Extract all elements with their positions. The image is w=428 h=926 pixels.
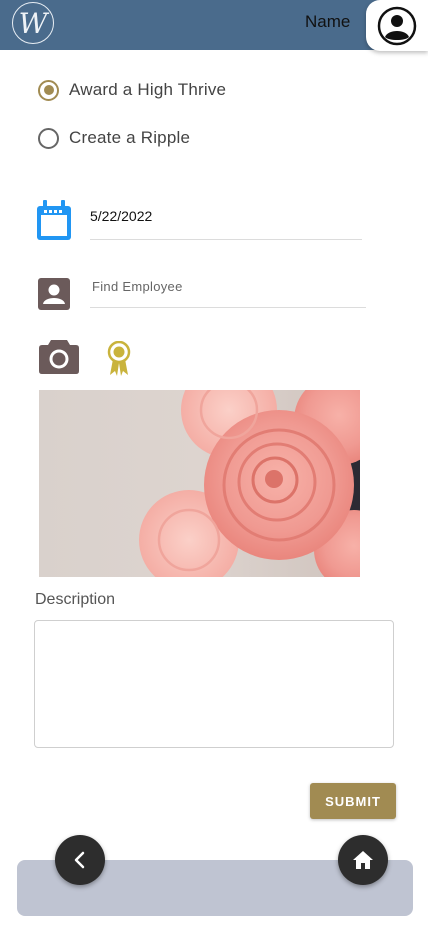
calendar-icon[interactable]: [35, 200, 73, 242]
radio-selected[interactable]: [38, 79, 59, 101]
date-value[interactable]: 5/22/2022: [90, 208, 152, 224]
app-header: W Name: [0, 0, 428, 50]
user-name-label: Name: [305, 12, 351, 31]
find-employee-input[interactable]: [92, 274, 362, 298]
logo-icon[interactable]: W: [12, 2, 54, 44]
radio-unselected[interactable]: [38, 127, 59, 149]
option-label: Create a Ripple: [69, 128, 191, 147]
person-badge-icon: [38, 278, 70, 310]
chevron-left-icon: [74, 851, 85, 869]
profile-button[interactable]: [366, 0, 428, 51]
home-button[interactable]: [338, 835, 388, 885]
logo-letter: W: [18, 7, 48, 40]
date-underline: [90, 239, 362, 240]
rose-photo-graphic: [39, 390, 360, 577]
back-button[interactable]: [55, 835, 105, 885]
camera-icon[interactable]: [39, 340, 79, 374]
award-ribbon-icon[interactable]: [107, 341, 131, 377]
description-label: Description: [35, 591, 116, 608]
rose-photo: [39, 390, 360, 577]
option-create-ripple[interactable]: Create a Ripple: [38, 126, 190, 150]
option-label: Award a High Thrive: [69, 80, 227, 99]
option-award-high-thrive[interactable]: Award a High Thrive: [38, 78, 226, 102]
home-icon: [353, 851, 373, 869]
submit-button[interactable]: SUBMIT: [310, 783, 396, 819]
description-textarea[interactable]: [34, 620, 394, 748]
employee-underline: [90, 307, 366, 308]
profile-icon: [377, 6, 417, 46]
